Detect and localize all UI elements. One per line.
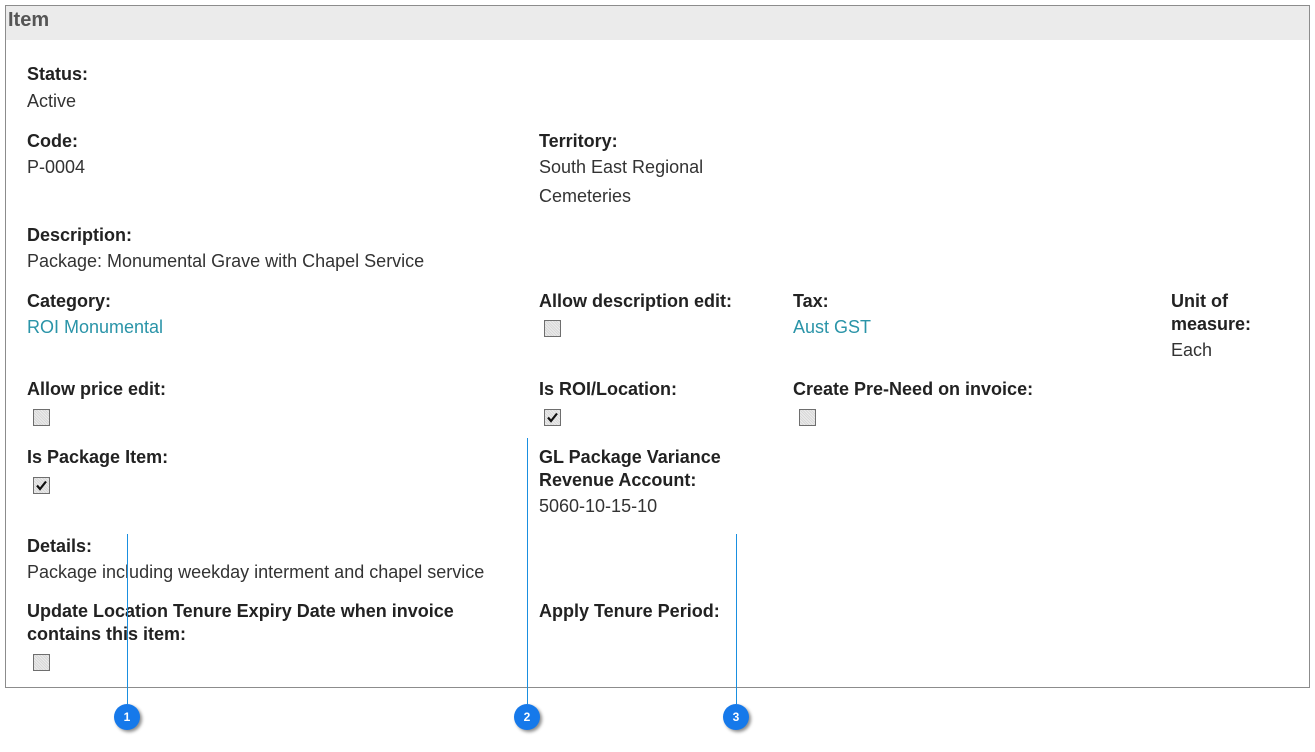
create-pre-need-checkbox[interactable]	[799, 409, 816, 426]
status-value: Active	[27, 91, 77, 111]
create-pre-need-label: Create Pre-Need on invoice:	[793, 379, 1034, 399]
callout-line-2	[527, 438, 528, 704]
checkmark-icon	[547, 412, 558, 423]
update-location-tenure-checkbox[interactable]	[33, 654, 50, 671]
tax-label: Tax:	[793, 291, 829, 311]
callout-line-3	[736, 534, 737, 704]
checkmark-icon	[36, 480, 47, 491]
description-label: Description:	[27, 225, 133, 245]
gl-package-variance-label: GL Package Variance Revenue Account:	[539, 447, 721, 490]
callout-marker-3: 3	[723, 704, 749, 730]
panel-title: Item	[6, 6, 1309, 40]
unit-of-measure-label: Unit of measure:	[1171, 291, 1252, 334]
description-value: Package: Monumental Grave with Chapel Se…	[27, 251, 425, 271]
gl-package-variance-value: 5060-10-15-10	[539, 496, 658, 516]
category-label: Category:	[27, 291, 112, 311]
territory-value: South East Regional Cemeteries	[539, 157, 704, 206]
is-package-item-checkbox[interactable]	[33, 477, 50, 494]
details-value: Package including weekday interment and …	[27, 562, 485, 582]
callout-line-1	[127, 534, 128, 704]
update-location-tenure-label: Update Location Tenure Expiry Date when …	[27, 601, 454, 644]
is-package-item-label: Is Package Item:	[27, 447, 169, 467]
status-label: Status:	[27, 64, 89, 84]
apply-tenure-period-label: Apply Tenure Period:	[539, 601, 720, 621]
allow-price-edit-checkbox[interactable]	[33, 409, 50, 426]
allow-price-edit-label: Allow price edit:	[27, 379, 167, 399]
callout-marker-1: 1	[114, 704, 140, 730]
is-roi-location-checkbox[interactable]	[544, 409, 561, 426]
item-panel: Item Status: Active Code: P-0004 Territo…	[5, 5, 1310, 688]
territory-label: Territory:	[539, 131, 618, 151]
unit-of-measure-value: Each	[1171, 340, 1213, 360]
code-label: Code:	[27, 131, 78, 151]
allow-description-edit-label: Allow description edit:	[539, 291, 733, 311]
details-label: Details:	[27, 536, 93, 556]
callout-marker-2: 2	[514, 704, 540, 730]
tax-link[interactable]: Aust GST	[793, 313, 871, 342]
is-roi-location-label: Is ROI/Location:	[539, 379, 678, 399]
allow-description-edit-checkbox[interactable]	[544, 320, 561, 337]
category-link[interactable]: ROI Monumental	[27, 313, 163, 342]
code-value: P-0004	[27, 157, 86, 177]
